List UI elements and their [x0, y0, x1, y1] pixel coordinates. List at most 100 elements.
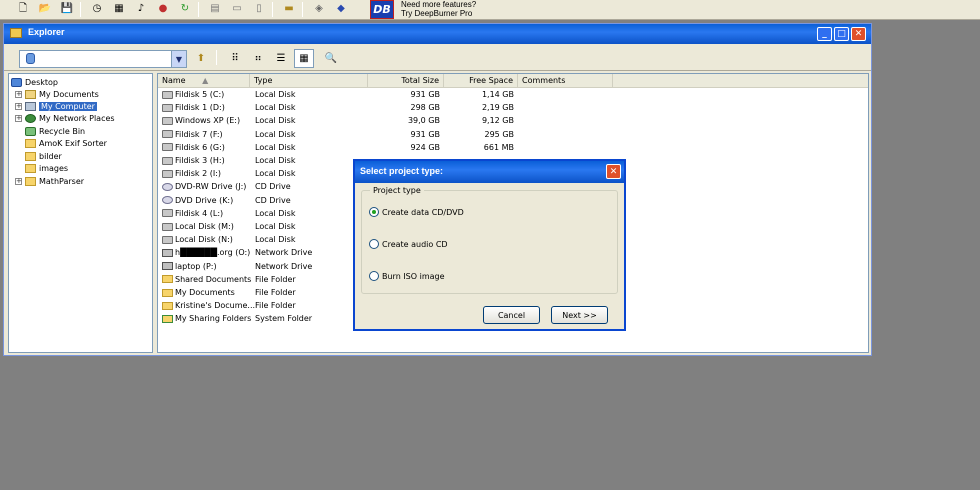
- close-button[interactable]: ✕: [851, 27, 866, 41]
- maximize-button[interactable]: □: [834, 27, 849, 41]
- sort-ascending-icon: ▲: [202, 76, 209, 85]
- calendar-icon[interactable]: ▦: [110, 1, 128, 17]
- cell-type: Local Disk: [255, 90, 296, 99]
- tree-item-images[interactable]: images: [15, 162, 68, 174]
- table-row[interactable]: Windows XP (E:) Local Disk 39,0 GB 9,12 GB: [158, 115, 518, 128]
- cell-total-size: 298 GB: [410, 103, 441, 113]
- row-name: Fildisk 1 (D:): [175, 103, 225, 113]
- desktop-icon: [11, 77, 22, 87]
- new-icon[interactable]: 🗋: [14, 1, 32, 17]
- radio-button-selected[interactable]: [369, 207, 379, 217]
- eraser-icon[interactable]: ◈: [310, 1, 328, 17]
- cd-drive-icon: [162, 196, 173, 205]
- tree-item-bilder[interactable]: bilder: [15, 150, 62, 162]
- open-icon[interactable]: 📂: [36, 1, 54, 17]
- row-name: My Sharing Folders: [175, 314, 252, 324]
- table-row[interactable]: Fildisk 5 (C:) Local Disk 931 GB 1,14 GB: [158, 89, 518, 102]
- promo-text[interactable]: Need more features? Try DeepBurner Pro: [401, 0, 476, 18]
- column-header-type[interactable]: Type: [250, 74, 368, 88]
- radio-button[interactable]: [369, 239, 379, 249]
- cell-type: Network Drive: [255, 261, 313, 271]
- tree-item-desktop[interactable]: Desktop: [11, 76, 58, 88]
- refresh-icon[interactable]: ↻: [176, 1, 194, 17]
- dialog-close-button[interactable]: ✕: [606, 164, 621, 179]
- cell-name: DVD-RW Drive (J:): [162, 182, 246, 191]
- minimize-button[interactable]: _: [817, 27, 832, 41]
- column-header-free-space[interactable]: Free Space: [444, 74, 518, 88]
- music-icon[interactable]: ♪: [132, 1, 150, 17]
- small-icons-view-button[interactable]: ⠶: [248, 49, 268, 68]
- cell-name: Local Disk (M:): [162, 222, 234, 231]
- dialog-titlebar[interactable]: Select project type: ✕: [355, 161, 624, 183]
- tree-item-amok-exif-sorter[interactable]: AmoK Exif Sorter: [15, 137, 107, 149]
- cell-name: Fildisk 4 (L:): [162, 209, 223, 218]
- layout-icon-3[interactable]: ▯: [250, 1, 268, 17]
- large-icons-view-button[interactable]: ⠿: [225, 49, 245, 68]
- cell-total-size: 931 GB: [410, 90, 441, 99]
- next-button[interactable]: Next >>: [551, 306, 608, 324]
- folder-tree[interactable]: Desktop + My Documents + My Computer + M…: [8, 73, 153, 353]
- table-row[interactable]: Fildisk 7 (F:) Local Disk 931 GB 295 GB: [158, 129, 518, 142]
- tree-item-my-network-places[interactable]: + My Network Places: [15, 112, 115, 124]
- hard-disk-icon: [162, 143, 173, 152]
- cell-type: Local Disk: [255, 103, 296, 113]
- list-view-button[interactable]: ☰: [271, 49, 291, 68]
- cell-name: Fildisk 3 (H:): [162, 156, 225, 165]
- row-name: h██████.org (O:): [175, 248, 251, 258]
- deepburner-logo[interactable]: DB: [370, 0, 394, 19]
- radio-button[interactable]: [369, 271, 379, 281]
- folder-icon: [25, 163, 36, 173]
- project-type-group: Project type Create data CD/DVD Create a…: [361, 186, 618, 294]
- cell-name: laptop (P:): [162, 262, 217, 271]
- tree-item-my-documents[interactable]: + My Documents: [15, 88, 99, 100]
- info-icon[interactable]: ◆: [332, 1, 350, 17]
- promo-line-1: Need more features?: [401, 0, 477, 9]
- cell-free-space: 295 GB: [484, 129, 515, 139]
- table-row[interactable]: Fildisk 1 (D:) Local Disk 298 GB 2,19 GB: [158, 102, 518, 115]
- cancel-button[interactable]: Cancel: [483, 306, 540, 324]
- radio-create-data-cd[interactable]: Create data CD/DVD: [369, 207, 464, 217]
- expand-icon[interactable]: +: [15, 102, 22, 110]
- row-name: Kristine's Docume...: [175, 301, 256, 311]
- layout-icon-2[interactable]: ▭: [228, 1, 246, 17]
- drive-combo[interactable]: ▼: [19, 50, 187, 68]
- recycle-bin-icon: [25, 126, 36, 136]
- hard-disk-icon: [162, 222, 173, 231]
- cell-type: Local Disk: [255, 156, 296, 165]
- expand-icon[interactable]: +: [15, 90, 22, 98]
- column-header-name[interactable]: Name ▲: [158, 74, 250, 88]
- my-documents-icon: [25, 89, 36, 99]
- column-header-comments[interactable]: Comments: [518, 74, 613, 88]
- cell-free-space: 661 MB: [483, 142, 514, 152]
- up-folder-button[interactable]: ⬆: [191, 49, 211, 68]
- explorer-titlebar[interactable]: Explorer _ □ ✕: [4, 24, 871, 44]
- burn-icon[interactable]: ●: [154, 1, 172, 17]
- save-icon[interactable]: 💾: [58, 1, 76, 17]
- shared-folder-icon: [162, 314, 173, 323]
- tree-item-recycle-bin[interactable]: Recycle Bin: [15, 125, 85, 137]
- layout-icon-1[interactable]: ▤: [206, 1, 224, 17]
- radio-create-audio-cd[interactable]: Create audio CD: [369, 239, 448, 249]
- expand-icon[interactable]: +: [15, 177, 22, 185]
- column-header-total-size[interactable]: Total Size: [368, 74, 444, 88]
- clock-icon[interactable]: ◷: [88, 1, 106, 17]
- tree-item-my-computer[interactable]: + My Computer: [15, 100, 97, 112]
- explorer-title: Explorer: [28, 27, 65, 37]
- cell-name: Shared Documents: [162, 275, 251, 284]
- cell-type: File Folder: [255, 274, 296, 284]
- toolbar-separator: [216, 50, 217, 65]
- details-view-button[interactable]: ▦: [294, 49, 314, 68]
- table-row[interactable]: Fildisk 6 (G:) Local Disk 924 GB 661 MB: [158, 142, 518, 155]
- radio-burn-iso-image[interactable]: Burn ISO image: [369, 271, 445, 281]
- folder-icon: [162, 288, 173, 297]
- cell-total-size: 924 GB: [410, 142, 441, 152]
- search-icon[interactable]: 🔍: [321, 49, 341, 68]
- tree-item-mathparser[interactable]: + MathParser: [15, 175, 84, 187]
- select-project-dialog: Select project type: ✕ Project type Crea…: [353, 159, 626, 331]
- folder-icon[interactable]: ▬: [280, 1, 298, 17]
- expand-icon[interactable]: +: [15, 114, 22, 122]
- chevron-down-icon[interactable]: ▼: [171, 51, 186, 67]
- tree-item-label: My Documents: [39, 89, 99, 99]
